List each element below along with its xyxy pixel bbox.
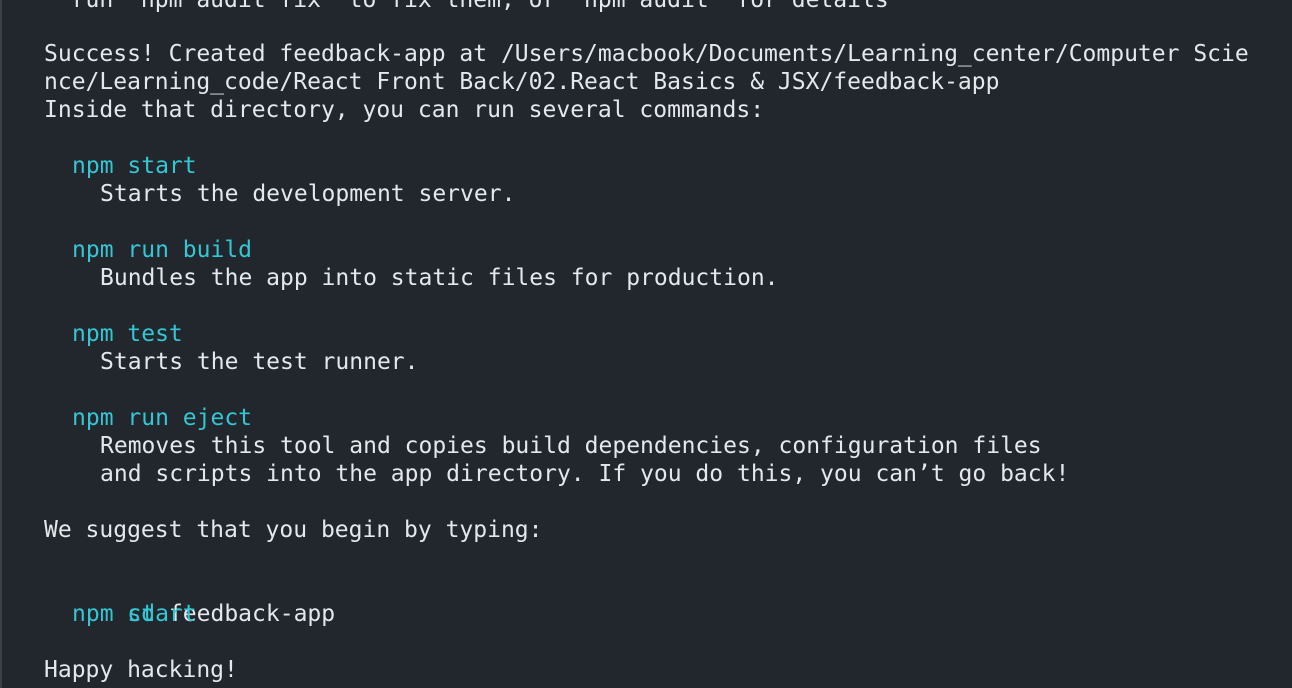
command-description: Bundles the app into static files for pr… [100, 265, 779, 291]
command-npm-run-eject: npm run eject [72, 405, 253, 431]
command-npm-test: npm test [72, 321, 183, 347]
command-description: Starts the test runner. [100, 349, 419, 375]
command-npm-run-build: npm run build [72, 237, 253, 263]
success-path-continuation: nce/Learning_code/React Front Back/02.Re… [44, 69, 1000, 95]
command-npm-start: npm start [72, 153, 197, 179]
suggest-cd-line: cd feedback-app [72, 572, 335, 627]
success-line: Success! Created feedback-app at /Users/… [44, 41, 1249, 67]
command-description: Removes this tool and copies build depen… [100, 433, 1042, 459]
inside-directory-line: Inside that directory, you can run sever… [44, 97, 765, 123]
npm-audit-hint-line: run `npm audit fix` to fix them, or `npm… [44, 0, 889, 13]
pane-divider [0, 0, 2, 688]
command-description: and scripts into the app directory. If y… [100, 461, 1070, 487]
command-description: Starts the development server. [100, 181, 516, 207]
suggest-line: We suggest that you begin by typing: [44, 517, 543, 543]
suggest-npm-start: npm start [72, 601, 197, 627]
terminal-window[interactable]: run `npm audit fix` to fix them, or `npm… [0, 0, 1292, 688]
happy-hacking-line: Happy hacking! [44, 657, 238, 683]
